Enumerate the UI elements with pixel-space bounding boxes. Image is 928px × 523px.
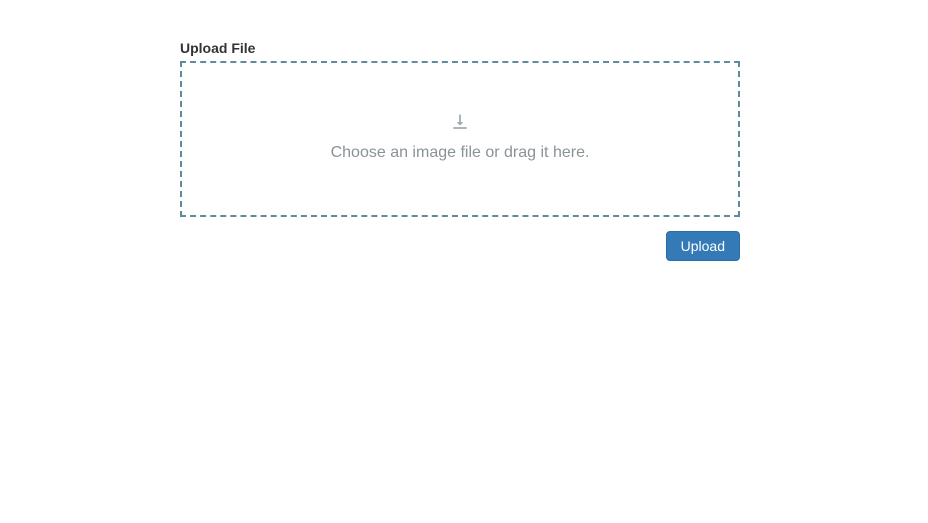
- upload-label: Upload File: [180, 40, 740, 56]
- file-dropzone[interactable]: Choose an image file or drag it here.: [180, 61, 740, 217]
- upload-form-container: Upload File Choose an image file or drag…: [0, 0, 740, 261]
- dropzone-text: Choose an image file or drag it here.: [331, 142, 590, 164]
- button-row: Upload: [180, 231, 740, 261]
- download-icon: [450, 113, 470, 136]
- upload-button[interactable]: Upload: [666, 231, 740, 261]
